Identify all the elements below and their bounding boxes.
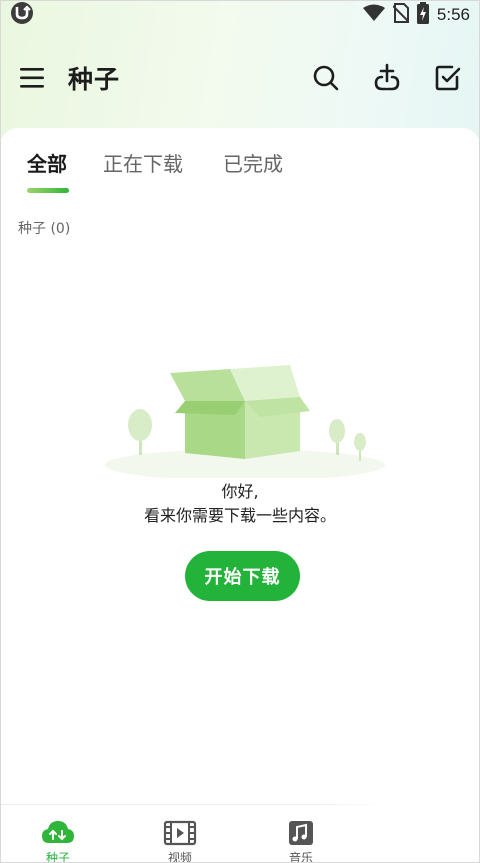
nav-label-video: 视频	[167, 851, 192, 863]
battery-charging-icon	[416, 2, 429, 28]
nav-item-video[interactable]: 视频	[135, 805, 225, 863]
app-bar: 种子	[0, 52, 480, 104]
add-link-button[interactable]	[371, 62, 403, 94]
start-download-button[interactable]: 开始下载	[185, 551, 300, 601]
add-link-icon	[374, 63, 400, 91]
no-sim-icon	[392, 3, 410, 27]
empty-message: 看来你需要下载一些内容。	[143, 506, 336, 525]
search-button[interactable]	[310, 62, 342, 94]
hamburger-menu-icon	[20, 68, 44, 88]
select-all-button[interactable]	[432, 62, 464, 94]
tab-completed[interactable]: 已完成	[223, 148, 283, 177]
torrent-count-label: 种子 (0)	[18, 221, 71, 237]
active-tab-indicator	[27, 188, 69, 193]
torrent-cloud-icon	[42, 821, 74, 843]
corner-fade-overlay	[320, 790, 480, 863]
wifi-icon	[362, 4, 385, 26]
select-all-checkbox-icon	[435, 65, 461, 91]
content-card: 全部 正在下载 已完成 种子 (0) 你好, 看来你需要下载一些内容。 开始下载	[0, 128, 480, 804]
status-bar: 5:56	[0, 0, 480, 30]
tab-downloading[interactable]: 正在下载	[103, 148, 183, 177]
music-icon	[289, 821, 313, 845]
empty-box-illustration	[105, 365, 385, 478]
video-film-icon	[163, 820, 197, 846]
tab-bar: 全部 正在下载 已完成	[0, 144, 480, 204]
search-icon	[313, 65, 339, 91]
nav-item-torrents[interactable]: 种子	[13, 805, 103, 863]
menu-button[interactable]	[18, 65, 46, 91]
tree-left-icon	[128, 409, 152, 455]
status-time: 5:56	[436, 5, 470, 24]
empty-greeting: 你好,	[221, 482, 259, 501]
nav-label-torrents: 种子	[45, 851, 70, 863]
utorrent-notification-icon	[10, 1, 34, 29]
tab-all[interactable]: 全部	[27, 148, 67, 177]
page-title: 种子	[68, 65, 121, 94]
